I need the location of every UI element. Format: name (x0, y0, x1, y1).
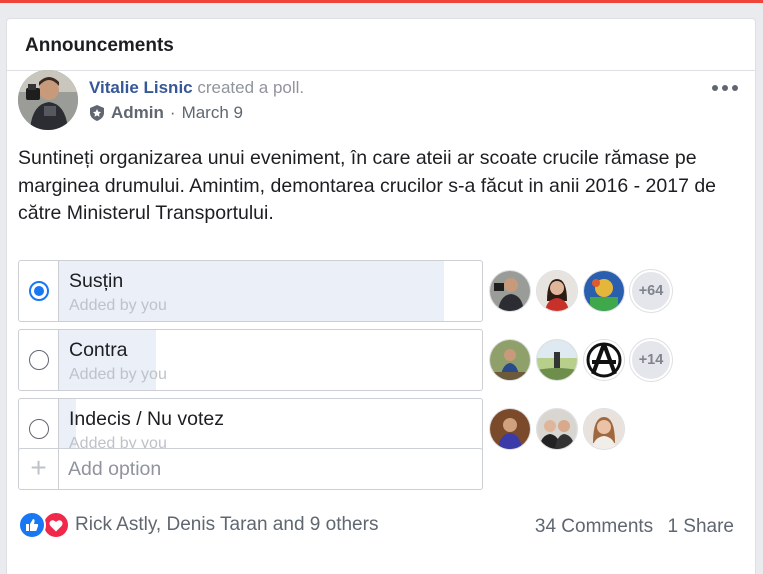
post-date-link[interactable]: March 9 (182, 103, 243, 123)
love-icon (42, 511, 70, 539)
voter-avatars: +14 (489, 338, 672, 382)
radio-icon[interactable] (29, 281, 49, 301)
radio-cell (19, 261, 59, 321)
author-line: Vitalie Lisnic created a poll. (89, 78, 304, 98)
radio-icon[interactable] (29, 419, 49, 439)
shares-count-link[interactable]: 1 Share (667, 516, 734, 537)
like-icon (18, 511, 46, 539)
author-avatar[interactable] (18, 70, 78, 130)
poll-option-label: Indecis / Nu votez (69, 408, 224, 430)
add-option-field[interactable]: + (18, 448, 483, 490)
post-header: Vitalie Lisnic created a poll. Admin · M… (18, 70, 738, 132)
more-voters-count[interactable]: +14 (630, 339, 672, 381)
reactions-summary[interactable]: Rick Astly, Denis Taran and 9 others (18, 511, 378, 539)
post-action: created a poll. (197, 78, 305, 97)
post-footer: Rick Astly, Denis Taran and 9 others 34 … (18, 511, 734, 543)
voter-avatar[interactable] (536, 408, 578, 450)
poll-option[interactable]: Contra Added by you (18, 329, 483, 391)
poll-option[interactable]: Susțin Added by you (18, 260, 483, 322)
voter-avatar[interactable] (583, 339, 625, 381)
meta-separator: · (169, 103, 176, 122)
poll-option-added-by: Added by you (69, 297, 167, 314)
card-header: Announcements (7, 19, 755, 71)
admin-badge: Admin (111, 103, 164, 122)
more-options-icon[interactable] (712, 80, 738, 96)
post-meta: Admin · March 9 (89, 103, 243, 123)
voter-avatar[interactable] (536, 339, 578, 381)
voter-avatars (489, 407, 630, 451)
voter-avatar[interactable] (489, 270, 531, 312)
voter-avatar[interactable] (489, 408, 531, 450)
author-name-link[interactable]: Vitalie Lisnic (89, 78, 193, 97)
voter-avatar[interactable] (583, 408, 625, 450)
post-text: Suntineți organizarea unui eveniment, în… (18, 147, 717, 224)
poll-option-label: Susțin (69, 270, 124, 292)
voter-avatar[interactable] (536, 270, 578, 312)
poll-option-label: Contra (69, 339, 128, 361)
top-accent-bar (0, 0, 763, 3)
radio-icon[interactable] (29, 350, 49, 370)
voter-avatars: +64 (489, 269, 672, 313)
voter-avatar[interactable] (583, 270, 625, 312)
plus-icon: + (19, 449, 59, 489)
comments-count-link[interactable]: 34 Comments (535, 516, 653, 537)
radio-cell (19, 330, 59, 390)
admin-shield-icon (90, 105, 104, 121)
more-voters-count[interactable]: +64 (630, 270, 672, 312)
card-title: Announcements (25, 35, 174, 56)
post-stats: 34 Comments 1 Share (526, 516, 734, 538)
poll-option-added-by: Added by you (69, 366, 167, 383)
voter-avatar[interactable] (489, 339, 531, 381)
add-option-input[interactable] (60, 449, 480, 489)
reaction-names[interactable]: Rick Astly, Denis Taran and 9 others (75, 514, 378, 536)
